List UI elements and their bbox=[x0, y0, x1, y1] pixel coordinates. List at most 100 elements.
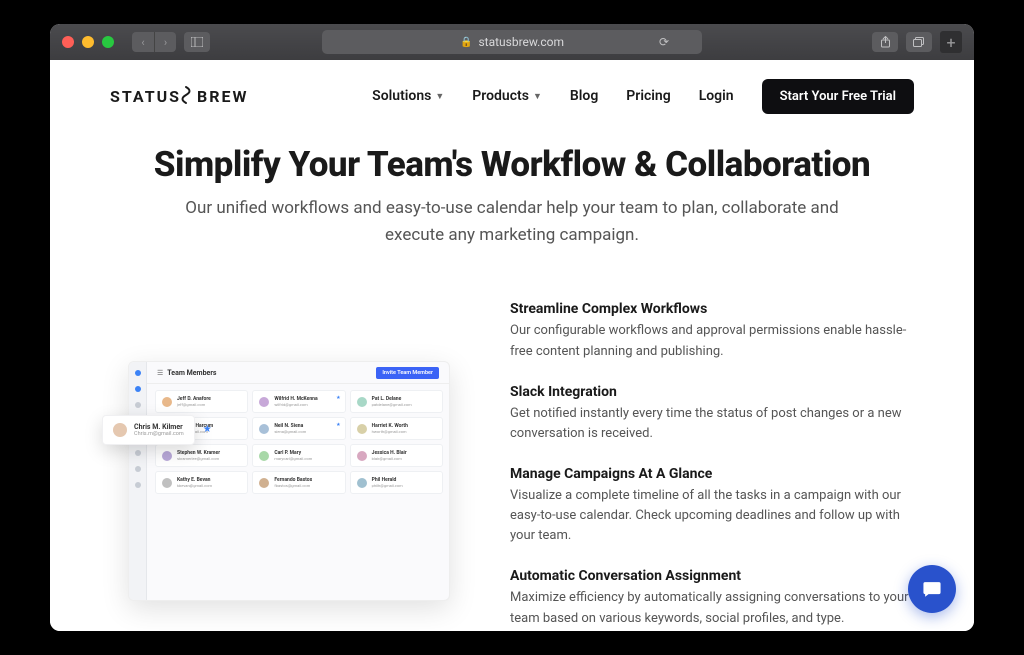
mock-sidebar-dot bbox=[135, 402, 141, 408]
close-window-icon[interactable] bbox=[62, 36, 74, 48]
member-email: fbastos@gmail.com bbox=[274, 483, 312, 488]
feature-body: Get notified instantly every time the st… bbox=[510, 404, 914, 444]
feature-body: Visualize a complete timeline of all the… bbox=[510, 486, 914, 546]
mock-member-cell: Jessica H. Blairblair@gmail.com bbox=[350, 444, 443, 467]
avatar bbox=[259, 424, 269, 434]
mock-sidebar-dot bbox=[135, 482, 141, 488]
member-email: siena@gmail.com bbox=[274, 429, 306, 434]
avatar bbox=[162, 397, 172, 407]
nav-login[interactable]: Login bbox=[699, 88, 734, 104]
window-controls bbox=[62, 36, 114, 48]
tabs-button[interactable] bbox=[906, 32, 932, 52]
mock-sidebar bbox=[129, 362, 147, 600]
site-header: STATUS BREW Solutions ▼ Products ▼ Blog bbox=[50, 74, 974, 118]
avatar bbox=[162, 451, 172, 461]
minimize-window-icon[interactable] bbox=[82, 36, 94, 48]
feature-block: Manage Campaigns At A Glance Visualize a… bbox=[510, 466, 914, 546]
member-email: skramerlee@gmail.com bbox=[177, 456, 220, 461]
logo-text-right: BREW bbox=[197, 87, 248, 106]
logo-wave-icon bbox=[181, 85, 197, 109]
avatar bbox=[113, 423, 127, 437]
mock-member-cell: Kathy E. Bevankbevan@gmail.com bbox=[155, 471, 248, 494]
chevron-down-icon: ▼ bbox=[435, 91, 444, 102]
avatar bbox=[259, 451, 269, 461]
star-icon: ★ bbox=[336, 395, 340, 401]
mock-member-cell: Carl P. Marymarycarl@gmail.com bbox=[252, 444, 345, 467]
hero-title: Simplify Your Team's Workflow & Collabor… bbox=[50, 144, 974, 185]
hamburger-icon: ☰ bbox=[157, 369, 163, 377]
url-text: statusbrew.com bbox=[478, 35, 564, 49]
primary-nav: Solutions ▼ Products ▼ Blog Pricing Logi… bbox=[372, 79, 914, 114]
sidebar-toggle-icon[interactable] bbox=[184, 32, 210, 52]
chevron-down-icon: ▼ bbox=[533, 91, 542, 102]
member-email: patdelane@gmail.com bbox=[372, 402, 412, 407]
forward-button[interactable]: › bbox=[154, 32, 176, 52]
illustration-column: ☰ Team Members Invite Team Member Jeff D… bbox=[110, 301, 470, 631]
browser-window: ‹ › 🔒 statusbrew.com ⟳ + STATUS bbox=[50, 24, 974, 631]
mock-sidebar-dot bbox=[135, 466, 141, 472]
mock-float-name: Chris M. Kilmer bbox=[134, 423, 184, 431]
cta-label: Start Your Free Trial bbox=[780, 89, 896, 104]
member-email: philh@gmail.com bbox=[372, 483, 403, 488]
member-email: jeff@gmail.com bbox=[177, 402, 211, 407]
chat-launcher-button[interactable] bbox=[908, 565, 956, 613]
feature-body: Our configurable workflows and approval … bbox=[510, 321, 914, 361]
mock-member-cell: Wilfrid H. McKennawilfrid@gmail.com★ bbox=[252, 390, 345, 413]
mock-float-email: Chris.m@gmail.com bbox=[134, 431, 184, 437]
member-email: marycarl@gmail.com bbox=[274, 456, 312, 461]
page-content: STATUS BREW Solutions ▼ Products ▼ Blog bbox=[50, 60, 974, 631]
feature-block: Streamline Complex Workflows Our configu… bbox=[510, 301, 914, 361]
avatar bbox=[162, 478, 172, 488]
nav-products[interactable]: Products ▼ bbox=[472, 88, 542, 104]
nav-blog[interactable]: Blog bbox=[570, 88, 598, 104]
new-tab-button[interactable]: + bbox=[940, 31, 962, 53]
avatar bbox=[357, 451, 367, 461]
features-column: Streamline Complex Workflows Our configu… bbox=[510, 301, 914, 631]
feature-body: Maximize efficiency by automatically ass… bbox=[510, 588, 914, 628]
nav-solutions[interactable]: Solutions ▼ bbox=[372, 88, 444, 104]
browser-right-controls: + bbox=[872, 31, 962, 53]
chat-icon bbox=[920, 577, 944, 601]
mock-sidebar-dot bbox=[135, 386, 141, 392]
avatar bbox=[259, 478, 269, 488]
share-button[interactable] bbox=[872, 32, 898, 52]
feature-title: Streamline Complex Workflows bbox=[510, 301, 914, 317]
nav-login-label: Login bbox=[699, 88, 734, 104]
nav-solutions-label: Solutions bbox=[372, 88, 431, 104]
mock-frame: ☰ Team Members Invite Team Member Jeff D… bbox=[128, 361, 450, 601]
maximize-window-icon[interactable] bbox=[102, 36, 114, 48]
avatar bbox=[357, 424, 367, 434]
browser-toolbar: ‹ › 🔒 statusbrew.com ⟳ + bbox=[50, 24, 974, 60]
address-bar[interactable]: 🔒 statusbrew.com bbox=[322, 30, 702, 54]
mock-sidebar-dot bbox=[135, 450, 141, 456]
hero: Simplify Your Team's Workflow & Collabor… bbox=[50, 144, 974, 249]
team-members-mock: ☰ Team Members Invite Team Member Jeff D… bbox=[110, 361, 450, 601]
mock-floating-member-card: Chris M. Kilmer Chris.m@gmail.com ★ bbox=[102, 415, 195, 445]
avatar bbox=[259, 397, 269, 407]
logo[interactable]: STATUS BREW bbox=[110, 84, 249, 108]
feature-title: Manage Campaigns At A Glance bbox=[510, 466, 914, 482]
mock-member-cell: Stephen W. Kramerskramerlee@gmail.com bbox=[155, 444, 248, 467]
mock-member-cell: Harriet K. Worthhworth@gmail.com bbox=[350, 417, 443, 440]
avatar bbox=[357, 478, 367, 488]
avatar bbox=[357, 397, 367, 407]
feature-block: Slack Integration Get notified instantly… bbox=[510, 384, 914, 444]
star-icon: ★ bbox=[336, 422, 340, 428]
invite-button: Invite Team Member bbox=[376, 367, 439, 379]
nav-pricing[interactable]: Pricing bbox=[626, 88, 670, 104]
nav-blog-label: Blog bbox=[570, 88, 598, 104]
mock-member-cell: Pat L. Delanepatdelane@gmail.com bbox=[350, 390, 443, 413]
back-button[interactable]: ‹ bbox=[132, 32, 154, 52]
logo-text-left: STATUS bbox=[110, 87, 181, 106]
content-row: ☰ Team Members Invite Team Member Jeff D… bbox=[50, 301, 974, 631]
start-trial-button[interactable]: Start Your Free Trial bbox=[762, 79, 914, 114]
member-email: hworth@gmail.com bbox=[372, 429, 408, 434]
star-icon: ★ bbox=[203, 424, 212, 435]
feature-block: Automatic Conversation Assignment Maximi… bbox=[510, 568, 914, 628]
mock-member-cell: Phil Heraldphilh@gmail.com bbox=[350, 471, 443, 494]
mock-panel-header: ☰ Team Members Invite Team Member bbox=[147, 362, 449, 384]
mock-member-cell: Neil N. Sienasiena@gmail.com★ bbox=[252, 417, 345, 440]
mock-member-grid: Jeff D. Anaforejeff@gmail.comWilfrid H. … bbox=[155, 390, 443, 494]
refresh-button[interactable]: ⟳ bbox=[654, 32, 674, 52]
mock-sidebar-dot bbox=[135, 370, 141, 376]
